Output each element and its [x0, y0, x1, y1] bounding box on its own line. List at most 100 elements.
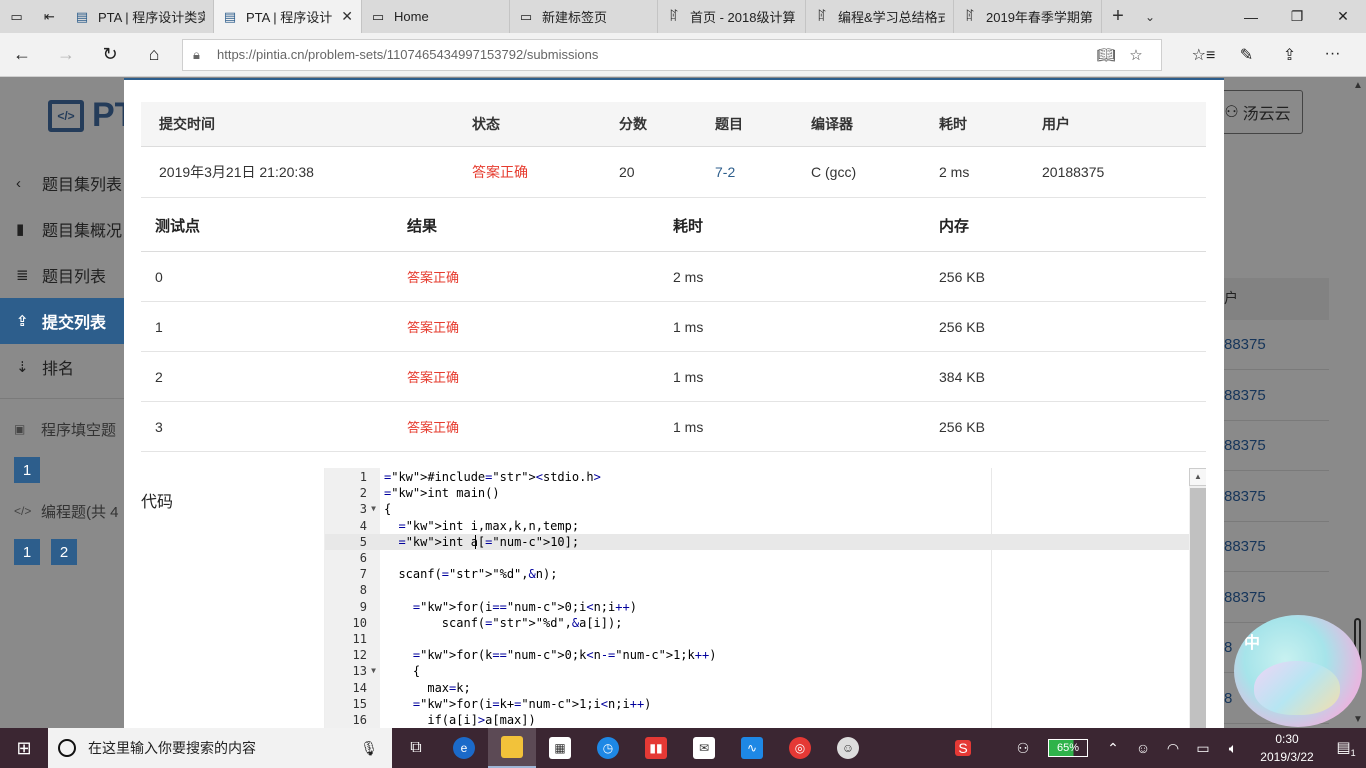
line-number: 12: [352, 648, 367, 663]
restore-button[interactable]: ❐: [1274, 0, 1320, 33]
people-icon[interactable]: ⚇: [1008, 740, 1038, 757]
score: 20: [619, 164, 635, 180]
sidebar-section-fill-in[interactable]: ▣ 程序填空题: [0, 407, 125, 451]
user-button[interactable]: ⚇ 汤云云: [1212, 90, 1303, 134]
favorites-hub-icon[interactable]: ☆≡: [1182, 45, 1225, 65]
code-line[interactable]: 16 if(a[i]>a[max]): [325, 712, 1189, 728]
pen-icon[interactable]: ✎: [1225, 45, 1268, 65]
page-scrollbar[interactable]: ▲ ▼: [1350, 78, 1366, 728]
taskbar-search-box[interactable]: 在这里输入你要搜索的内容 🎙︎: [48, 728, 392, 768]
problem-number-button[interactable]: 1: [14, 457, 40, 483]
sidebar-section-programming[interactable]: </> 编程题(共 4: [0, 489, 125, 533]
test-case-result: 答案正确: [407, 320, 460, 335]
refresh-button[interactable]: ↻: [88, 33, 132, 77]
code-line[interactable]: 11: [325, 631, 1189, 647]
background-row-user: 88375: [1224, 371, 1329, 421]
notification-center-icon[interactable]: ▤1: [1326, 738, 1366, 758]
code-line[interactable]: 7 scanf(="str">"%d",&n);: [325, 566, 1189, 582]
stocks-app-icon[interactable]: ∿: [728, 728, 776, 768]
editor-scroll-up-icon[interactable]: ▲: [1189, 468, 1206, 486]
volume-icon[interactable]: 🔈︎: [1218, 740, 1248, 757]
battery-icon[interactable]: ▭: [1188, 740, 1218, 757]
code-line[interactable]: 6: [325, 550, 1189, 566]
sidebar-item[interactable]: ⇣ 排名: [0, 344, 125, 390]
code-line[interactable]: 14 max=k;: [325, 680, 1189, 696]
system-clock[interactable]: 0:30 2019/3/22: [1248, 730, 1326, 766]
code-line[interactable]: 1 ="kw">#include="str"><stdio.h>: [325, 469, 1189, 485]
test-case-memory: 384 KB: [939, 368, 985, 385]
file-explorer-icon[interactable]: [488, 728, 536, 768]
sidebar-item-label: 题目列表: [42, 269, 107, 286]
tab-close-icon[interactable]: ✕: [341, 8, 353, 25]
editor-scroll-thumb[interactable]: [1190, 488, 1206, 730]
home-button[interactable]: ⌂: [132, 33, 176, 77]
ime-floating-widget[interactable]: 中: [1234, 615, 1362, 727]
code-line[interactable]: 15 ="kw">for(i=k+="num-c">1;i<n;i++): [325, 696, 1189, 712]
favorite-star-icon[interactable]: ☆: [1121, 46, 1151, 64]
browser-tab[interactable]: ▭ 新建标签页: [510, 0, 658, 33]
back-button[interactable]: ←: [0, 33, 44, 77]
code-line[interactable]: 9 ="kw">for(i=="num-c">0;i<n;i++): [325, 599, 1189, 615]
battery-indicator[interactable]: 65%: [1048, 739, 1088, 757]
code-editor[interactable]: 1 ="kw">#include="str"><stdio.h> 2 ="kw">in…: [324, 468, 1206, 730]
tab-list-chevron-icon[interactable]: ⌄: [1134, 0, 1166, 33]
qq-tray-icon[interactable]: ☺: [1128, 740, 1158, 756]
problem-number-button[interactable]: 1: [14, 539, 40, 565]
close-window-button[interactable]: ✕: [1320, 0, 1366, 33]
microphone-icon[interactable]: 🎙︎: [360, 740, 378, 757]
sidebar-item[interactable]: ▮ 题目集概况: [0, 206, 125, 252]
new-tab-button[interactable]: +: [1102, 0, 1134, 33]
video-app-icon[interactable]: ▮▮: [632, 728, 680, 768]
scroll-down-icon[interactable]: ▼: [1350, 712, 1366, 728]
url-text[interactable]: https://pintia.cn/problem-sets/110746543…: [217, 47, 1091, 62]
tray-chevron-icon[interactable]: ⌃: [1098, 740, 1128, 757]
browser-tab[interactable]: ꍏ 编程&学习总结格式: [806, 0, 954, 33]
editor-scrollbar[interactable]: ▲: [1189, 468, 1206, 730]
code-line[interactable]: 4 ="kw">int i,max,k,n,temp;: [325, 518, 1189, 534]
code-line[interactable]: 13 ▼ {: [325, 663, 1189, 679]
store-icon[interactable]: ▦: [536, 728, 584, 768]
reading-view-icon[interactable]: 📖︎: [1091, 46, 1121, 64]
forward-button[interactable]: →: [44, 33, 88, 77]
code-text: scanf(="str">"%d",&n);: [384, 567, 558, 582]
test-case-header-cell: 耗时: [673, 218, 704, 235]
problem-number-button[interactable]: 2: [51, 539, 77, 565]
fold-arrow-icon[interactable]: ▼: [367, 501, 380, 517]
edge-browser-icon[interactable]: e: [440, 728, 488, 768]
code-line[interactable]: 3 ▼ {: [325, 501, 1189, 517]
submission-table-header: 提交时间 状态 分数 题目 编译器 耗时 用户: [141, 102, 1206, 147]
problem-link[interactable]: 7-2: [715, 164, 811, 180]
browser-tab[interactable]: ꍏ 2019年春季学期第: [954, 0, 1102, 33]
fold-arrow-icon[interactable]: ▼: [367, 663, 380, 679]
sidebar-item[interactable]: ‹ 题目集列表: [0, 160, 125, 206]
sidebar-item[interactable]: ⇪ 提交列表: [0, 298, 125, 344]
pta-logo[interactable]: </> PT: [48, 96, 135, 135]
mail-icon[interactable]: ✉: [680, 728, 728, 768]
code-line[interactable]: 2 ="kw">int main(): [325, 485, 1189, 501]
wifi-icon[interactable]: ◠: [1158, 740, 1188, 757]
task-view-icon[interactable]: ⧉: [392, 728, 440, 768]
browser-tab[interactable]: ꍏ 首页 - 2018级计算: [658, 0, 806, 33]
code-line[interactable]: 10 scanf(="str">"%d",&a[i]);: [325, 615, 1189, 631]
tab-overview-icon[interactable]: ▭: [0, 0, 33, 33]
windows-start-icon[interactable]: ⊞: [0, 728, 48, 768]
sidebar-item[interactable]: ≣ 题目列表: [0, 252, 125, 298]
minimize-button[interactable]: —: [1228, 0, 1274, 33]
code-line[interactable]: 5 ="kw">int a[="num-c">10];: [325, 533, 1189, 550]
address-bar[interactable]: 🔒︎ https://pintia.cn/problem-sets/110746…: [182, 38, 1162, 71]
code-line[interactable]: 8: [325, 582, 1189, 598]
qq-app-icon[interactable]: ☺: [824, 728, 872, 768]
browser-tab[interactable]: ▤ PTA | 程序设计 ✕: [214, 0, 362, 33]
scroll-up-icon[interactable]: ▲: [1350, 78, 1366, 94]
sogou-input-icon[interactable]: S: [948, 740, 978, 756]
browser-tab[interactable]: ▤ PTA | 程序设计类实: [66, 0, 214, 33]
clock-app-icon[interactable]: ◷: [584, 728, 632, 768]
share-icon[interactable]: ⇪: [1268, 45, 1311, 65]
page-icon: ▭: [519, 8, 533, 24]
code-line[interactable]: 12 ="kw">for(k=="num-c">0;k<n-="num-c">1…: [325, 647, 1189, 663]
browser-tab[interactable]: ▭ Home: [362, 0, 510, 33]
tab-back-icon[interactable]: ⇤: [33, 0, 66, 33]
netease-music-icon[interactable]: ◎: [776, 728, 824, 768]
section-label: 编程题(共 4: [41, 503, 119, 521]
more-menu-icon[interactable]: ···: [1311, 45, 1354, 65]
